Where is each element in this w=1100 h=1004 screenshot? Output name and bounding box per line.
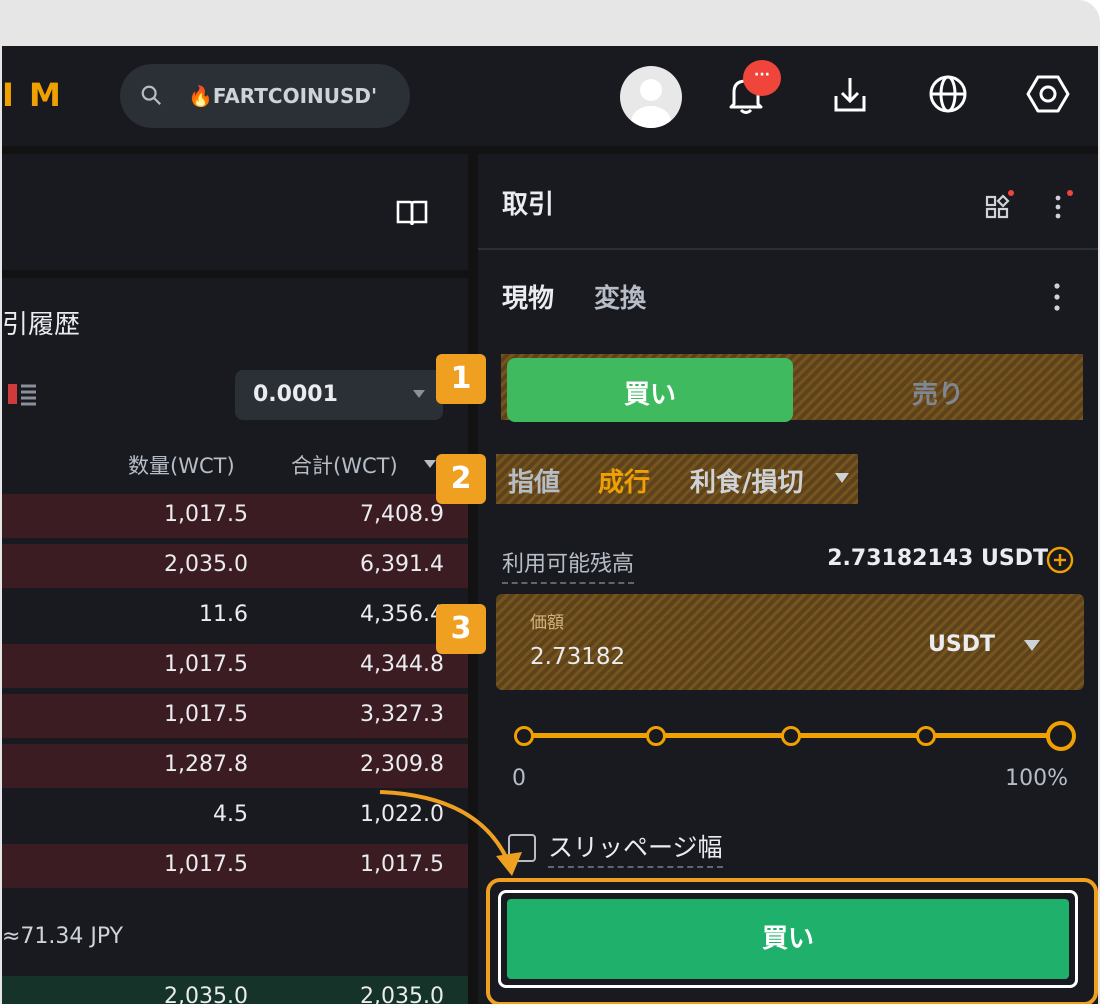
- row-total: 4,356.4: [360, 602, 444, 627]
- row-quantity: 1,287.8: [164, 752, 248, 777]
- buy-sell-toggle: 買い 売り: [501, 354, 1083, 422]
- top-header: I M 🔥FARTCOINUSD' ···: [2, 46, 1098, 146]
- slider-stop[interactable]: [916, 726, 936, 746]
- row-quantity: 1,017.5: [164, 652, 248, 677]
- screenshot-frame: I M 🔥FARTCOINUSD' ··· 引履歴 0.0001 数量(WCT)…: [0, 0, 1100, 1004]
- row-total: 6,391.4: [360, 552, 444, 577]
- row-quantity: 2,035.0: [164, 984, 248, 1004]
- exchange-app: I M 🔥FARTCOINUSD' ··· 引履歴 0.0001 数量(WCT)…: [2, 46, 1098, 1004]
- trade-title: 取引: [502, 190, 555, 220]
- buy-button-frame: 買い: [498, 890, 1078, 988]
- tab-convert[interactable]: 変換: [594, 278, 646, 315]
- avatar[interactable]: [620, 66, 682, 128]
- price-unit[interactable]: USDT: [928, 632, 995, 657]
- table-row[interactable]: 11.6 4,356.4: [2, 594, 468, 638]
- sell-tab-label: 売り: [911, 380, 964, 410]
- row-quantity: 1,017.5: [164, 852, 248, 877]
- row-quantity: 1,017.5: [164, 502, 248, 527]
- table-row[interactable]: 2,035.0 6,391.4: [2, 544, 468, 588]
- buy-submit-button[interactable]: 買い: [507, 899, 1069, 979]
- trade-history-title[interactable]: 引履歴: [2, 304, 80, 341]
- divider: [478, 248, 1098, 250]
- widgets-icon[interactable]: [984, 190, 1014, 220]
- tab-more-icon[interactable]: [1050, 282, 1064, 314]
- notification-badge: ···: [743, 60, 781, 96]
- jpy-estimate: ≈71.34 JPY: [2, 924, 124, 949]
- search-input[interactable]: 🔥FARTCOINUSD': [188, 84, 377, 108]
- more-menu-icon[interactable]: [1050, 190, 1078, 220]
- caret-down-icon: [413, 390, 425, 398]
- row-total: 4,344.8: [360, 652, 444, 677]
- settings-icon[interactable]: [1024, 70, 1072, 118]
- order-type-limit[interactable]: 指値: [508, 462, 560, 499]
- search-icon: [141, 85, 161, 105]
- precision-value: 0.0001: [253, 382, 338, 407]
- pointer-arrow: [379, 790, 522, 876]
- column-header-quantity: 数量(WCT): [128, 454, 235, 478]
- price-label: 価額: [530, 613, 564, 633]
- step-marker-3: 3: [436, 604, 486, 654]
- buy-button-highlight: 買い: [486, 878, 1098, 1004]
- caret-down-icon[interactable]: [834, 472, 850, 484]
- row-quantity: 11.6: [199, 602, 248, 627]
- row-quantity: 4.5: [213, 802, 248, 827]
- step-marker-1: 1: [436, 354, 486, 404]
- row-total: 3,327.3: [360, 702, 444, 727]
- available-balance-value: 2.73182143 USDT: [827, 546, 1048, 571]
- table-row[interactable]: 1,017.5 4,344.8: [2, 644, 468, 688]
- order-book-view-icon[interactable]: [6, 382, 40, 406]
- order-type-market[interactable]: 成行: [598, 462, 650, 499]
- order-type-tabs: 指値 成行 利食/損切: [496, 454, 858, 504]
- amount-slider[interactable]: [514, 718, 1076, 754]
- table-row[interactable]: 1,017.5 7,408.9: [2, 494, 468, 538]
- buy-tab[interactable]: 買い: [507, 358, 793, 422]
- sort-caret-icon[interactable]: [423, 459, 437, 469]
- table-row[interactable]: 2,035.0 2,035.0: [2, 976, 468, 1004]
- row-total: 2,035.0: [360, 984, 444, 1004]
- precision-select[interactable]: 0.0001: [235, 370, 443, 420]
- globe-icon[interactable]: [924, 70, 972, 118]
- available-balance-label: 利用可能残高: [502, 546, 635, 584]
- brand-logo[interactable]: I M: [2, 76, 63, 114]
- sell-tab[interactable]: 売り: [793, 358, 1083, 422]
- search-bar[interactable]: 🔥FARTCOINUSD': [120, 64, 410, 128]
- row-total: 7,408.9: [360, 502, 444, 527]
- slider-stop[interactable]: [781, 726, 801, 746]
- price-field[interactable]: 価額 2.73182 USDT: [496, 594, 1084, 690]
- price-value[interactable]: 2.73182: [530, 644, 625, 670]
- tab-spot[interactable]: 現物: [502, 278, 554, 315]
- buy-tab-label: 買い: [623, 380, 676, 410]
- row-quantity: 1,017.5: [164, 702, 248, 727]
- table-row[interactable]: 1,287.8 2,309.8: [2, 744, 468, 788]
- slider-max-label: 100%: [1005, 766, 1068, 791]
- add-funds-icon[interactable]: [1046, 546, 1074, 574]
- row-total: 2,309.8: [360, 752, 444, 777]
- chart-header-strip: [2, 154, 468, 278]
- table-row[interactable]: 1,017.5 3,327.3: [2, 694, 468, 738]
- download-icon[interactable]: [826, 70, 874, 118]
- slider-stop[interactable]: [646, 726, 666, 746]
- caret-down-icon[interactable]: [1024, 640, 1040, 651]
- column-header-total[interactable]: 合計(WCT): [291, 450, 398, 480]
- step-marker-2: 2: [436, 454, 486, 504]
- slider-stop[interactable]: [514, 726, 534, 746]
- trade-panel: 取引 現物 変換 1 買い 売り 2 指値 成行 利食/損切 利用可能残高 2.…: [436, 154, 1098, 1004]
- book-icon[interactable]: [395, 198, 429, 228]
- slider-handle[interactable]: [1046, 721, 1076, 751]
- user-icon: [631, 79, 671, 128]
- row-quantity: 2,035.0: [164, 552, 248, 577]
- order-type-tpsl[interactable]: 利食/損切: [690, 462, 804, 499]
- slippage-label[interactable]: スリッページ幅: [548, 828, 723, 868]
